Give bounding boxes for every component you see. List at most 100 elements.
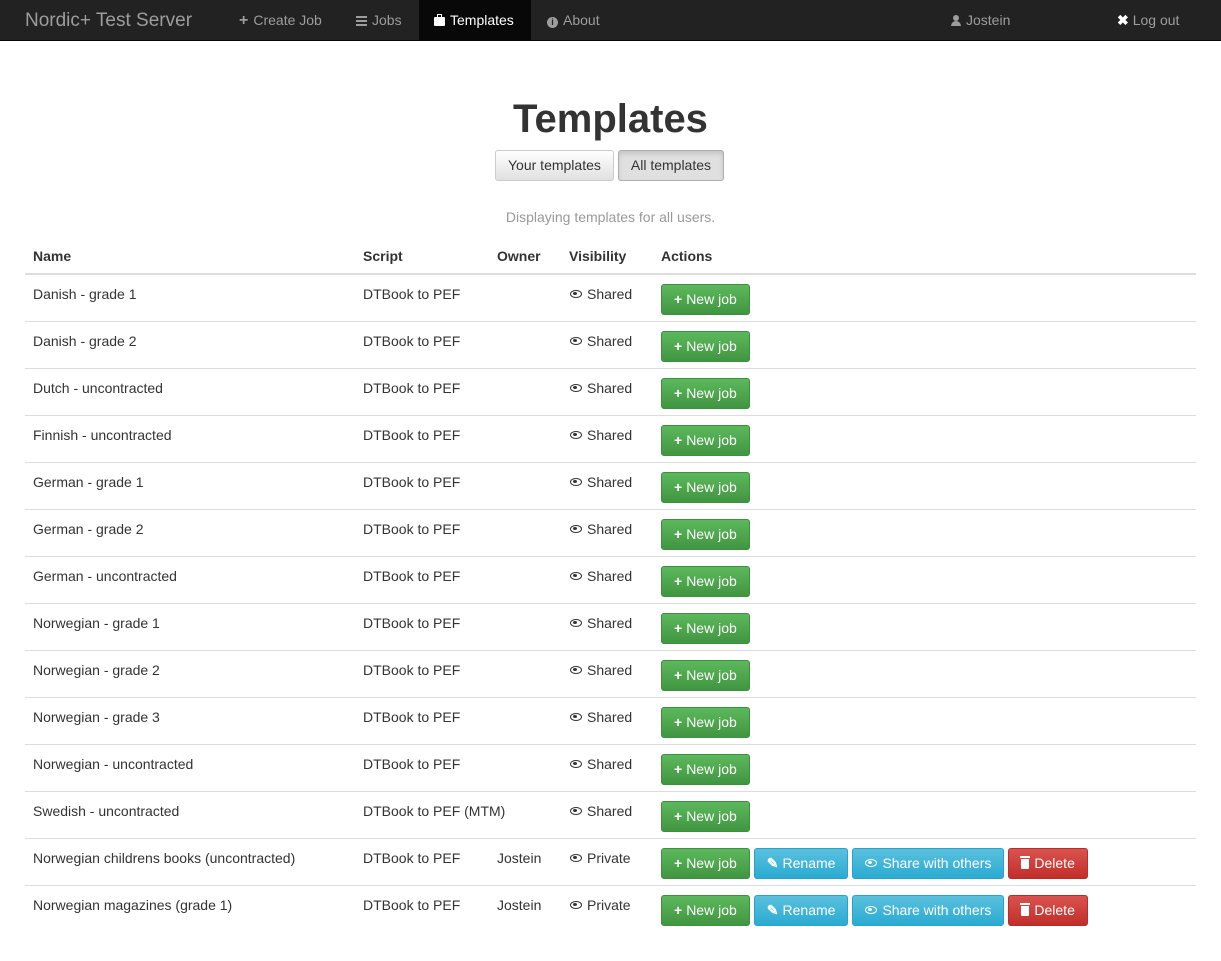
template-name: Norwegian - uncontracted xyxy=(33,756,194,772)
table-header: Name Script Owner Visibility Actions xyxy=(25,234,1196,275)
share-label: Share with others xyxy=(882,855,992,871)
templates-table: Name Script Owner Visibility Actions Dan… xyxy=(25,234,1196,933)
template-visibility: Shared xyxy=(570,427,632,443)
header-name: Name xyxy=(33,248,72,264)
new-job-button[interactable]: + New job xyxy=(661,519,750,550)
new-job-button[interactable]: + New job xyxy=(661,284,750,315)
row-actions: + New job xyxy=(661,754,754,785)
nav-templates-label: Templates xyxy=(450,12,514,28)
nav-about-label: About xyxy=(563,12,600,28)
trash-icon xyxy=(1020,856,1031,869)
table-body: Danish - grade 1 DTBook to PEF Shared + New … xyxy=(25,275,1196,933)
row-actions: + New job xyxy=(661,613,754,644)
new-job-button[interactable]: + New job xyxy=(661,331,750,362)
template-script: DTBook to PEF xyxy=(363,474,461,490)
row-actions: + New job xyxy=(661,284,754,315)
plus-icon: + xyxy=(674,432,683,448)
plus-icon: + xyxy=(674,338,683,354)
template-name: Norwegian childrens books (uncontracted) xyxy=(33,850,296,866)
new-job-button[interactable]: + New job xyxy=(661,425,750,456)
new-job-button[interactable]: + New job xyxy=(661,613,750,644)
visibility-label: Shared xyxy=(587,286,633,302)
visibility-label: Shared xyxy=(587,615,633,631)
new-job-button[interactable]: + New job xyxy=(661,707,750,738)
plus-icon: + xyxy=(674,761,683,777)
plus-icon: + xyxy=(239,12,249,29)
new-job-label: New job xyxy=(686,526,737,542)
template-visibility: Shared xyxy=(570,521,632,537)
eye-icon xyxy=(865,859,878,867)
eye-icon xyxy=(570,525,582,533)
delete-button[interactable]: Delete xyxy=(1008,848,1088,879)
table-row: Norwegian - grade 2 DTBook to PEF Shared + N… xyxy=(25,651,1196,698)
template-name: Norwegian - grade 2 xyxy=(33,662,160,678)
plus-icon: + xyxy=(674,902,683,918)
table-row: Norwegian magazines (grade 1) DTBook to P… xyxy=(25,886,1196,933)
plus-icon: + xyxy=(674,667,683,683)
table-row: Norwegian - uncontracted DTBook to PEF Sha… xyxy=(25,745,1196,792)
table-row: Norwegian - grade 3 DTBook to PEF Shared + N… xyxy=(25,698,1196,745)
nav-user[interactable]: Jostein xyxy=(936,0,1025,41)
new-job-button[interactable]: + New job xyxy=(661,566,750,597)
template-script: DTBook to PEF xyxy=(363,756,461,772)
new-job-button[interactable]: + New job xyxy=(661,378,750,409)
row-actions: + New job xyxy=(661,801,754,832)
plus-icon: + xyxy=(674,620,683,636)
visibility-label: Shared xyxy=(587,474,633,490)
new-job-label: New job xyxy=(686,385,737,401)
template-script: DTBook to PEF xyxy=(363,568,461,584)
eye-icon xyxy=(570,760,582,768)
row-actions: + New job xyxy=(661,707,754,738)
template-owner: Jostein xyxy=(497,897,542,913)
table-row: German - grade 1 DTBook to PEF Shared + New … xyxy=(25,463,1196,510)
new-job-label: New job xyxy=(686,855,737,871)
info-icon: i xyxy=(547,17,558,28)
nav-templates[interactable]: Templates xyxy=(419,0,531,41)
new-job-button[interactable]: + New job xyxy=(661,754,750,785)
nav-jobs[interactable]: Jobs xyxy=(341,0,417,41)
template-visibility: Shared xyxy=(570,380,632,396)
header-actions: Actions xyxy=(661,248,713,264)
plus-icon: + xyxy=(674,291,683,307)
new-job-label: New job xyxy=(686,808,737,824)
new-job-button[interactable]: + New job xyxy=(661,472,750,503)
visibility-label: Shared xyxy=(587,662,633,678)
row-actions: + New job xyxy=(661,378,754,409)
template-name: Swedish - uncontracted xyxy=(33,803,180,819)
row-actions: + New job ✎ Rename Share with others Delete xyxy=(661,848,1092,879)
table-row: German - grade 2 DTBook to PEF Shared + New … xyxy=(25,510,1196,557)
brand-link[interactable]: Nordic+ Test Server xyxy=(25,0,192,41)
nav-about[interactable]: i About xyxy=(532,0,615,41)
visibility-label: Private xyxy=(587,850,631,866)
nav-logout-label: Log out xyxy=(1132,12,1180,28)
share-button[interactable]: Share with others xyxy=(852,848,1005,879)
template-visibility: Shared xyxy=(570,333,632,349)
template-script: DTBook to PEF (MTM) xyxy=(363,803,506,819)
template-visibility: Private xyxy=(570,850,631,866)
page-title: Templates xyxy=(513,97,708,141)
template-name: Norwegian - grade 3 xyxy=(33,709,160,725)
row-actions: + New job xyxy=(661,331,754,362)
close-icon: ✖ xyxy=(1117,12,1129,28)
share-button[interactable]: Share with others xyxy=(852,895,1005,926)
plus-icon: + xyxy=(674,479,683,495)
new-job-button[interactable]: + New job xyxy=(661,660,750,691)
nav-logout[interactable]: ✖ Log out xyxy=(1102,0,1194,41)
new-job-button[interactable]: + New job xyxy=(661,895,750,926)
all-templates-button[interactable]: All templates xyxy=(617,150,725,181)
rename-button[interactable]: ✎ Rename xyxy=(753,848,849,879)
template-visibility: Shared xyxy=(570,803,632,819)
rename-button[interactable]: ✎ Rename xyxy=(753,895,849,926)
eye-icon xyxy=(570,572,582,580)
template-script: DTBook to PEF xyxy=(363,286,461,302)
visibility-label: Shared xyxy=(587,756,633,772)
new-job-button[interactable]: + New job xyxy=(661,848,750,879)
new-job-label: New job xyxy=(686,667,737,683)
nav-create-job-label: Create Job xyxy=(253,12,322,28)
new-job-label: New job xyxy=(686,714,737,730)
table-row: Norwegian - grade 1 DTBook to PEF Shared + N… xyxy=(25,604,1196,651)
your-templates-button[interactable]: Your templates xyxy=(495,150,614,181)
delete-button[interactable]: Delete xyxy=(1008,895,1088,926)
nav-create-job[interactable]: + Create Job xyxy=(224,0,337,41)
new-job-button[interactable]: + New job xyxy=(661,801,750,832)
